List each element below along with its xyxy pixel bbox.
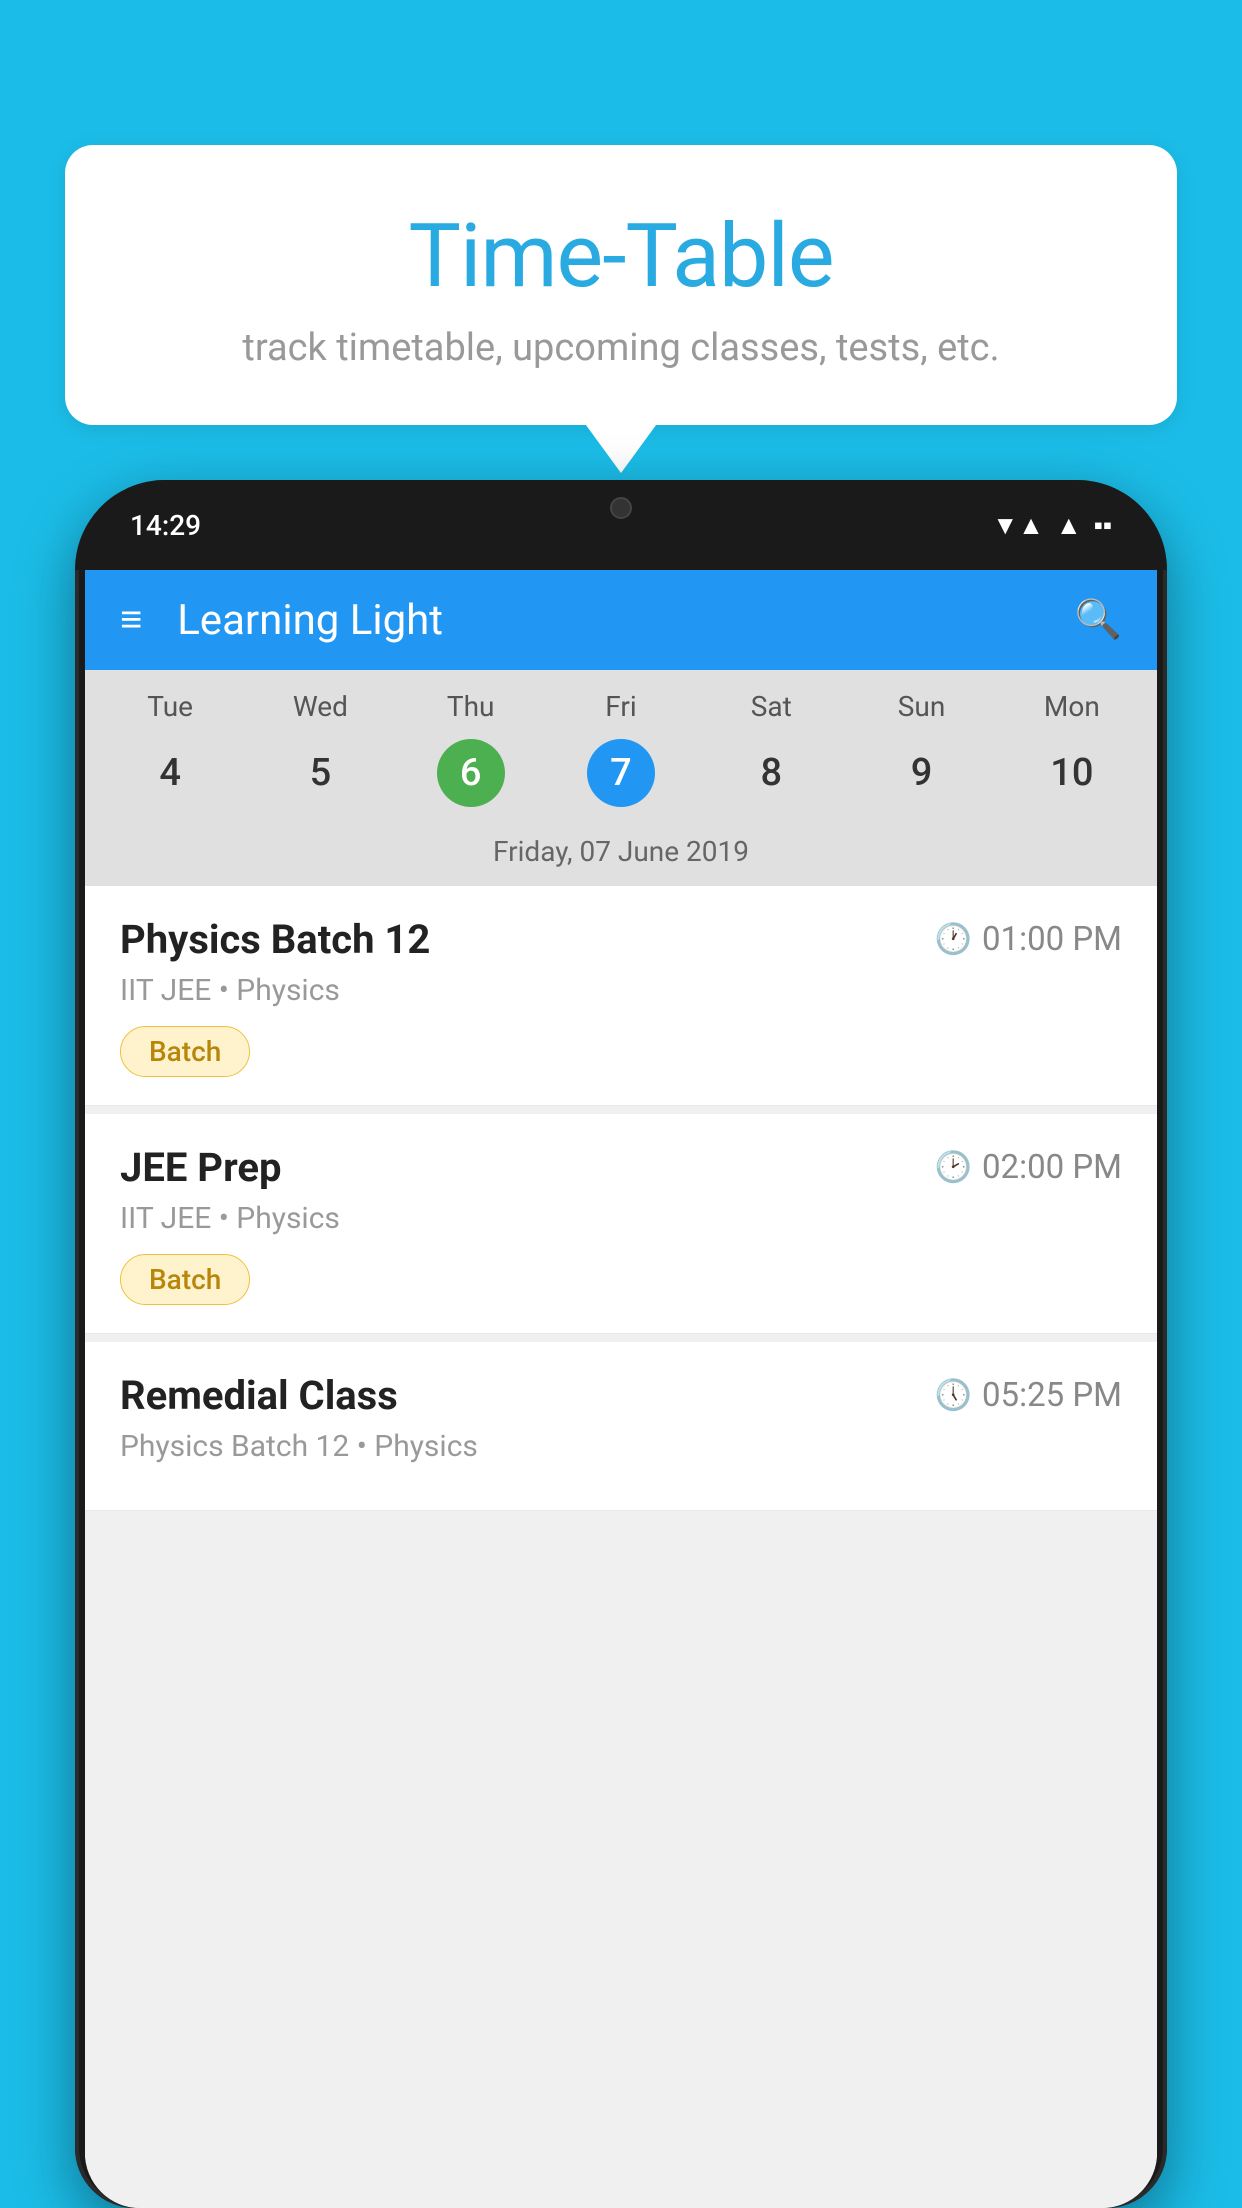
day-fri: Fri — [546, 690, 696, 731]
day-mon: Mon — [997, 690, 1147, 731]
day-headers: Tue Wed Thu Fri Sat Sun Mon — [85, 690, 1157, 731]
day-sat: Sat — [696, 690, 846, 731]
date-9[interactable]: 9 — [888, 739, 956, 807]
search-icon[interactable]: 🔍 — [1075, 598, 1122, 642]
date-8[interactable]: 8 — [737, 739, 805, 807]
item-1-time: 🕐 01:00 PM — [935, 920, 1122, 959]
schedule-list: Physics Batch 12 🕐 01:00 PM IIT JEE • Ph… — [85, 886, 1157, 2208]
camera — [610, 497, 632, 519]
phone-bezel: 14:29 ▼▲ ▲ ▪▪ — [75, 480, 1167, 570]
status-icons: ▼▲ ▲ ▪▪ — [992, 510, 1112, 541]
day-sun: Sun — [846, 690, 996, 731]
day-wed: Wed — [245, 690, 395, 731]
speech-bubble: Time-Table track timetable, upcoming cla… — [65, 145, 1177, 425]
date-4[interactable]: 4 — [136, 739, 204, 807]
item-1-time-value: 01:00 PM — [982, 920, 1122, 959]
battery-icon: ▪▪ — [1094, 510, 1112, 541]
bubble-title: Time-Table — [145, 205, 1097, 308]
clock-icon-1: 🕐 — [935, 922, 972, 957]
item-2-tag: Batch — [120, 1254, 250, 1305]
bubble-subtitle: track timetable, upcoming classes, tests… — [145, 326, 1097, 370]
speech-bubble-section: Time-Table track timetable, upcoming cla… — [65, 145, 1177, 425]
schedule-item-3[interactable]: Remedial Class 🕔 05:25 PM Physics Batch … — [85, 1342, 1157, 1511]
day-dates: 4 5 6 7 8 9 10 — [85, 731, 1157, 823]
date-5[interactable]: 5 — [286, 739, 354, 807]
item-3-subtitle: Physics Batch 12 • Physics — [120, 1429, 1122, 1464]
calendar-section: Tue Wed Thu Fri Sat Sun Mon 4 5 6 7 8 9 … — [85, 670, 1157, 886]
clock-icon-3: 🕔 — [935, 1378, 972, 1413]
item-2-time: 🕑 02:00 PM — [935, 1148, 1122, 1187]
date-6-today[interactable]: 6 — [437, 739, 505, 807]
item-3-time: 🕔 05:25 PM — [935, 1376, 1122, 1415]
item-1-title: Physics Batch 12 — [120, 916, 430, 963]
item-1-header: Physics Batch 12 🕐 01:00 PM — [120, 916, 1122, 963]
item-2-subtitle: IIT JEE • Physics — [120, 1201, 1122, 1236]
signal-icon: ▲ — [1056, 510, 1082, 541]
phone-frame: 14:29 ▼▲ ▲ ▪▪ ≡ Learning Light 🔍 Tue Wed… — [75, 480, 1167, 2208]
item-1-tag: Batch — [120, 1026, 250, 1077]
day-thu: Thu — [396, 690, 546, 731]
clock-icon-2: 🕑 — [935, 1150, 972, 1185]
date-7-selected[interactable]: 7 — [587, 739, 655, 807]
wifi-icon: ▼▲ — [992, 510, 1043, 541]
menu-icon[interactable]: ≡ — [120, 601, 142, 639]
selected-date-label: Friday, 07 June 2019 — [85, 823, 1157, 886]
day-tue: Tue — [95, 690, 245, 731]
schedule-item-2[interactable]: JEE Prep 🕑 02:00 PM IIT JEE • Physics Ba… — [85, 1114, 1157, 1334]
item-2-title: JEE Prep — [120, 1144, 281, 1191]
schedule-item-1[interactable]: Physics Batch 12 🕐 01:00 PM IIT JEE • Ph… — [85, 886, 1157, 1106]
item-1-subtitle: IIT JEE • Physics — [120, 973, 1122, 1008]
app-bar: ≡ Learning Light 🔍 — [85, 570, 1157, 670]
phone-notch — [551, 480, 691, 535]
phone-screen: ≡ Learning Light 🔍 Tue Wed Thu Fri Sat S… — [85, 570, 1157, 2208]
item-3-title: Remedial Class — [120, 1372, 398, 1419]
item-3-header: Remedial Class 🕔 05:25 PM — [120, 1372, 1122, 1419]
app-title: Learning Light — [177, 596, 1074, 645]
item-2-time-value: 02:00 PM — [982, 1148, 1122, 1187]
date-10[interactable]: 10 — [1038, 739, 1106, 807]
item-2-header: JEE Prep 🕑 02:00 PM — [120, 1144, 1122, 1191]
item-3-time-value: 05:25 PM — [982, 1376, 1122, 1415]
status-time: 14:29 — [130, 509, 201, 542]
